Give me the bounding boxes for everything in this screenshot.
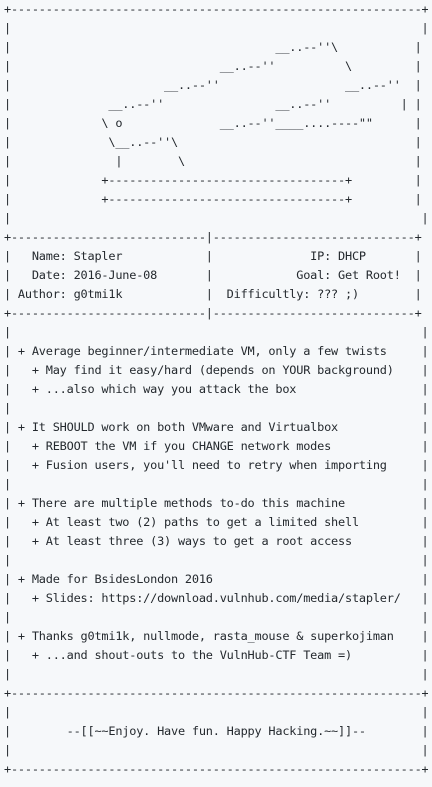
readme-ascii-text: +---------------------------------------…: [0, 0, 428, 787]
